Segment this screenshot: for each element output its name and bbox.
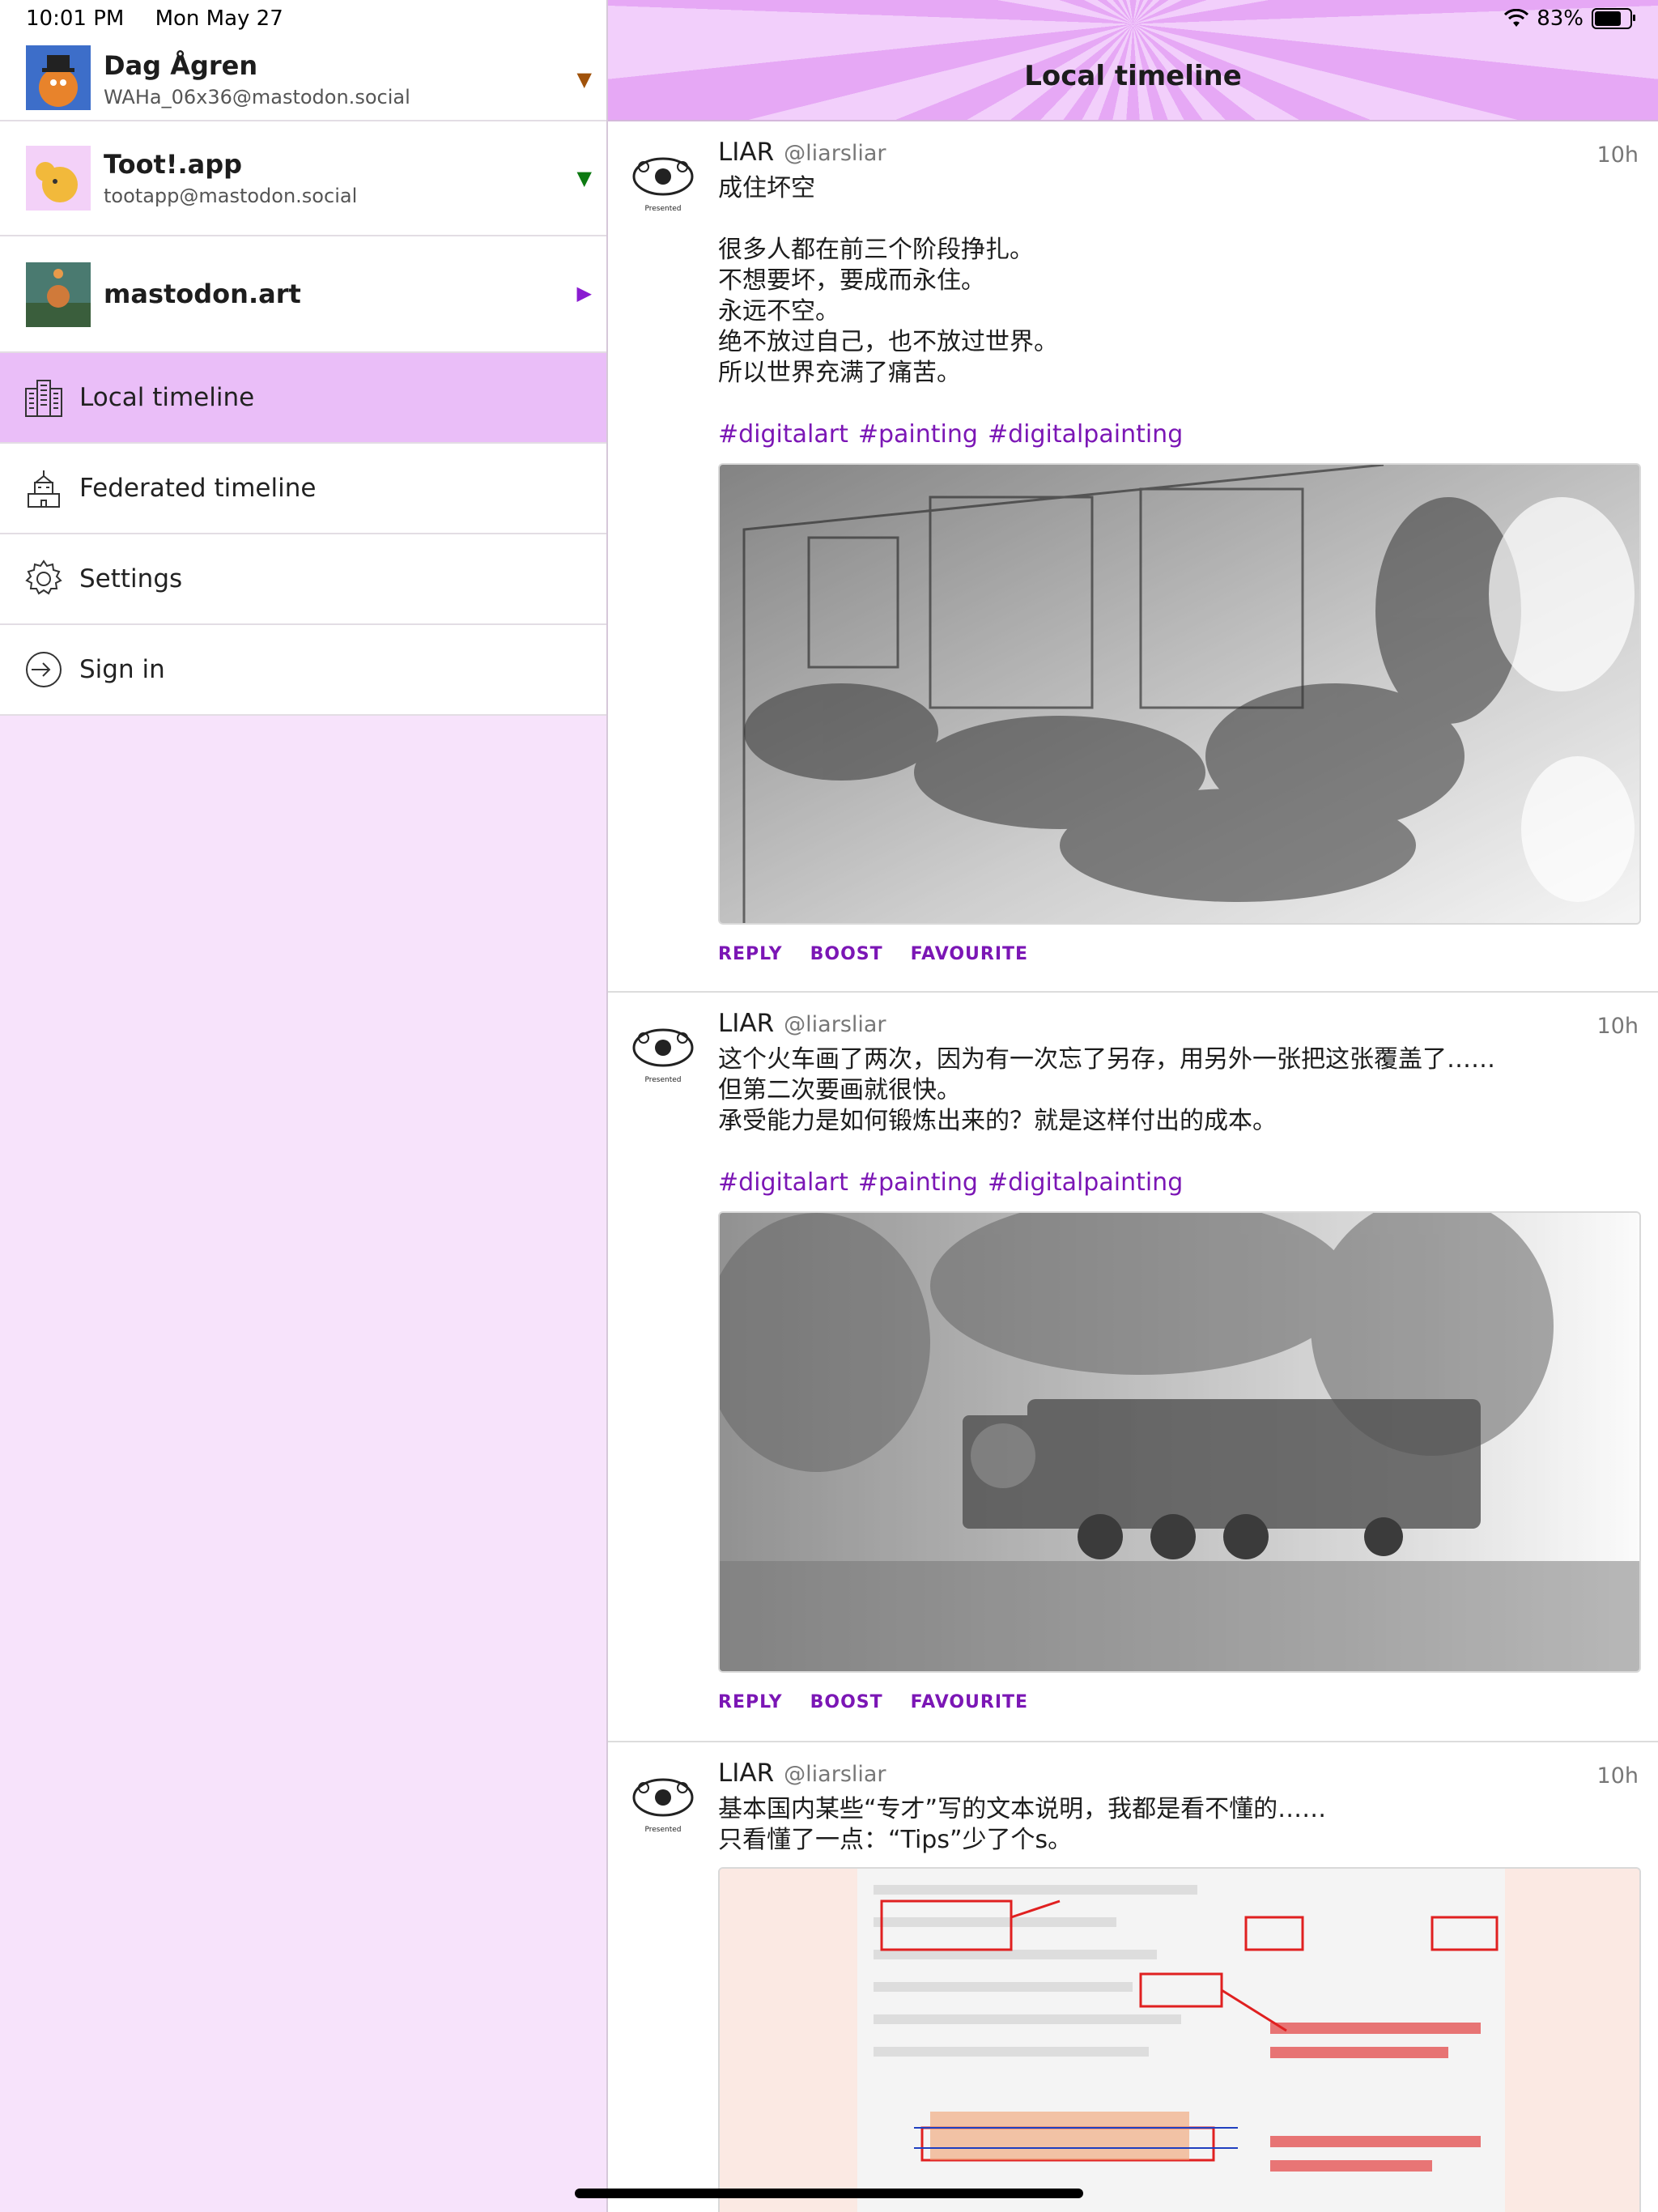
post-text-line: 承受能力是如何锻炼出来的？就是这样付出的成本。 — [718, 1107, 1277, 1135]
post-actions: REPLY BOOST FAVOURITE — [718, 944, 1056, 964]
status-bar-right: 83% — [1504, 6, 1635, 31]
author-username[interactable]: @liarsliar — [784, 1012, 886, 1037]
media-image[interactable] — [718, 1211, 1641, 1673]
sidebar: Dag Ågren WAHa_06x36@mastodon.social ▼ T… — [0, 0, 608, 2212]
hashtag-link[interactable]: #digitalpainting — [988, 1168, 1183, 1197]
home-indicator[interactable] — [575, 2189, 1083, 2198]
account-row-tootapp[interactable]: Toot!.app tootapp@mastodon.social ▼ — [0, 121, 606, 236]
sidebar-item-local-timeline[interactable]: Local timeline — [0, 353, 606, 444]
sidebar-item-settings[interactable]: Settings — [0, 534, 606, 625]
avatar[interactable]: Presented — [626, 144, 700, 219]
sidebar-item-federated-timeline[interactable]: Federated timeline — [0, 444, 606, 534]
author-username[interactable]: @liarsliar — [784, 1762, 886, 1787]
post-actions: REPLY BOOST FAVOURITE — [718, 1692, 1056, 1712]
post-time: 10h — [1596, 143, 1639, 168]
post-text-line: 所以世界充满了痛苦。 — [718, 359, 961, 387]
post-time: 10h — [1596, 1763, 1639, 1789]
battery-percent: 83% — [1537, 6, 1584, 31]
favourite-button[interactable]: FAVOURITE — [911, 1692, 1028, 1712]
author-username[interactable]: @liarsliar — [784, 141, 886, 166]
svg-text:Presented: Presented — [644, 205, 681, 213]
timeline-feed[interactable]: Presented LIAR @liarsliar 10h 成住坏空 很多人都在前… — [608, 121, 1658, 2212]
chevron-right-icon[interactable]: ▶ — [577, 282, 592, 304]
page-title: Local timeline — [1024, 60, 1242, 92]
building-icon — [23, 467, 65, 509]
sidebar-item-label: Federated timeline — [79, 474, 317, 503]
sidebar-item-label: Settings — [79, 564, 183, 593]
post-text-line: 这个火车画了两次，因为有一次忘了另存，用另外一张把这张覆盖了…… — [718, 1045, 1495, 1074]
hashtag-row: #digitalart #painting #digitalpainting — [718, 1168, 1625, 1198]
author-name[interactable]: LIAR — [718, 1009, 774, 1038]
post-text-line: 永远不空。 — [718, 297, 840, 325]
avatar — [26, 262, 91, 327]
status-post[interactable]: Presented LIAR @liarsliar 10h 这个火车画了两次，因为… — [608, 993, 1658, 1742]
sidebar-item-sign-in[interactable]: Sign in — [0, 625, 606, 716]
status-date: Mon May 27 — [155, 6, 283, 31]
author-name[interactable]: LIAR — [718, 138, 774, 167]
post-text-line: 基本国内某些“专才”写的文本说明，我都是看不懂的…… — [718, 1795, 1327, 1823]
post-text-line: 很多人都在前三个阶段挣扎。 — [718, 236, 1034, 264]
hashtag-link[interactable]: #digitalart — [718, 1168, 848, 1197]
sidebar-item-label: Sign in — [79, 655, 165, 684]
account-row-mastodon-art[interactable]: mastodon.art ▶ — [0, 236, 606, 353]
hashtag-link[interactable]: #painting — [858, 1168, 978, 1197]
post-text-line: 但第二次要画就很快。 — [718, 1076, 961, 1104]
favourite-button[interactable]: FAVOURITE — [911, 944, 1028, 964]
media-image[interactable] — [718, 1867, 1641, 2212]
wifi-icon — [1504, 9, 1529, 27]
reply-button[interactable]: REPLY — [718, 944, 783, 964]
status-post[interactable]: Presented LIAR @liarsliar 10h 成住坏空 很多人都在前… — [608, 121, 1658, 993]
sidebar-item-label: Local timeline — [79, 383, 255, 412]
hashtag-row: #digitalart #painting #digitalpainting — [718, 419, 1625, 450]
reply-button[interactable]: REPLY — [718, 1692, 783, 1712]
account-name: Toot!.app — [104, 149, 242, 180]
author-name[interactable]: LIAR — [718, 1759, 774, 1788]
avatar — [26, 146, 91, 211]
boost-button[interactable]: BOOST — [810, 1692, 883, 1712]
account-handle: tootapp@mastodon.social — [104, 185, 358, 207]
status-post[interactable]: Presented LIAR @liarsliar 10h 基本国内某些“专才”写… — [608, 1742, 1658, 2212]
gear-icon — [23, 558, 65, 600]
post-text-line: 绝不放过自己，也不放过世界。 — [718, 328, 1058, 356]
svg-text:Presented: Presented — [644, 1826, 681, 1834]
status-bar-left: 10:01 PM Mon May 27 — [26, 6, 308, 31]
post-content: 这个火车画了两次，因为有一次忘了另存，用另外一张把这张覆盖了…… 但第二次要画就… — [718, 1044, 1625, 1198]
status-time: 10:01 PM — [26, 6, 125, 31]
account-handle: WAHa_06x36@mastodon.social — [104, 86, 410, 108]
city-icon — [23, 376, 65, 419]
post-text-line: 成住坏空 — [718, 174, 815, 202]
chevron-down-icon[interactable]: ▼ — [577, 68, 592, 91]
avatar[interactable]: Presented — [626, 1765, 700, 1840]
boost-button[interactable]: BOOST — [810, 944, 883, 964]
battery-icon — [1592, 8, 1635, 29]
account-name: mastodon.art — [104, 279, 301, 309]
avatar[interactable]: Presented — [626, 1015, 700, 1090]
svg-text:Presented: Presented — [644, 1076, 681, 1084]
hashtag-link[interactable]: #digitalpainting — [988, 420, 1183, 449]
hashtag-link[interactable]: #digitalart — [718, 420, 848, 449]
hashtag-link[interactable]: #painting — [858, 420, 978, 449]
timeline-header: Local timeline — [608, 0, 1658, 121]
sign-in-icon — [23, 649, 65, 691]
avatar — [26, 45, 91, 110]
post-content: 基本国内某些“专才”写的文本说明，我都是看不懂的…… 只看懂了一点：“Tips”… — [718, 1794, 1625, 1856]
post-text-line: 不想要坏，要成而永住。 — [718, 266, 985, 295]
post-text-line: 只看懂了一点：“Tips”少了个s。 — [718, 1826, 1073, 1854]
media-image[interactable] — [718, 463, 1641, 925]
post-time: 10h — [1596, 1014, 1639, 1039]
chevron-down-icon[interactable]: ▼ — [577, 167, 592, 189]
post-content: 成住坏空 很多人都在前三个阶段挣扎。 不想要坏，要成而永住。 永远不空。 绝不放… — [718, 173, 1625, 450]
account-name: Dag Ågren — [104, 50, 258, 81]
